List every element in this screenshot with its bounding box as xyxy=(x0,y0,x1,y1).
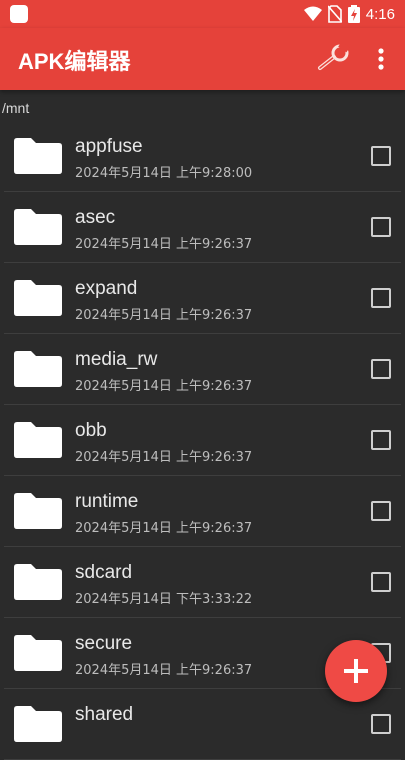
status-time: 4:16 xyxy=(365,5,395,23)
list-item[interactable]: media_rw 2024年5月14日 上午9:26:37 xyxy=(4,334,401,405)
plus-icon xyxy=(344,659,368,683)
select-checkbox[interactable] xyxy=(371,501,391,521)
select-checkbox[interactable] xyxy=(371,217,391,237)
list-item[interactable]: expand 2024年5月14日 上午9:26:37 xyxy=(4,263,401,334)
file-name: secure xyxy=(75,633,133,654)
wrench-icon[interactable] xyxy=(316,44,352,74)
status-bar: 4:16 xyxy=(0,0,405,28)
file-name: obb xyxy=(75,420,107,441)
select-checkbox[interactable] xyxy=(371,430,391,450)
list-item[interactable]: asec 2024年5月14日 上午9:26:37 xyxy=(4,192,401,263)
file-name: asec xyxy=(75,207,116,228)
current-path: /mnt xyxy=(2,100,30,116)
folder-icon xyxy=(14,706,62,742)
add-fab-button[interactable] xyxy=(325,640,387,702)
file-date: 2024年5月14日 上午9:26:37 xyxy=(75,237,253,252)
file-name: sdcard xyxy=(75,562,133,583)
select-checkbox[interactable] xyxy=(371,714,391,734)
select-checkbox[interactable] xyxy=(371,146,391,166)
list-item[interactable]: obb 2024年5月14日 上午9:26:37 xyxy=(4,405,401,476)
app-notification-icon xyxy=(10,5,28,23)
wifi-icon xyxy=(303,6,322,21)
select-checkbox[interactable] xyxy=(371,572,391,592)
select-checkbox[interactable] xyxy=(371,288,391,308)
file-date: 2024年5月14日 上午9:26:37 xyxy=(75,379,253,394)
list-item[interactable]: runtime 2024年5月14日 上午9:26:37 xyxy=(4,476,401,547)
folder-icon xyxy=(14,493,62,529)
folder-icon xyxy=(14,351,62,387)
status-icons: 4:16 xyxy=(303,0,395,28)
folder-icon xyxy=(14,209,62,245)
more-vert-icon[interactable] xyxy=(368,44,394,74)
folder-icon xyxy=(14,422,62,458)
file-date: 2024年5月14日 下午3:33:22 xyxy=(75,592,253,607)
select-checkbox[interactable] xyxy=(371,359,391,379)
no-sim-icon xyxy=(327,5,342,23)
file-name: appfuse xyxy=(75,136,143,157)
file-name: expand xyxy=(75,278,138,299)
folder-icon xyxy=(14,635,62,671)
app-bar: APK编辑器 xyxy=(0,28,405,90)
file-name: media_rw xyxy=(75,349,158,370)
folder-icon xyxy=(14,280,62,316)
list-item[interactable]: shared xyxy=(4,689,401,760)
folder-icon xyxy=(14,564,62,600)
list-item[interactable]: appfuse 2024年5月14日 上午9:28:00 xyxy=(4,121,401,192)
file-date: 2024年5月14日 上午9:26:37 xyxy=(75,521,253,536)
file-date: 2024年5月14日 上午9:28:00 xyxy=(75,166,253,181)
file-date: 2024年5月14日 上午9:26:37 xyxy=(75,663,253,678)
file-date: 2024年5月14日 上午9:26:37 xyxy=(75,308,253,323)
folder-icon xyxy=(14,138,62,174)
file-name: shared xyxy=(75,704,134,725)
app-title: APK编辑器 xyxy=(18,49,131,74)
battery-charging-icon xyxy=(347,5,360,23)
file-date: 2024年5月14日 上午9:26:37 xyxy=(75,450,253,465)
list-item[interactable]: sdcard 2024年5月14日 下午3:33:22 xyxy=(4,547,401,618)
file-name: runtime xyxy=(75,491,139,512)
